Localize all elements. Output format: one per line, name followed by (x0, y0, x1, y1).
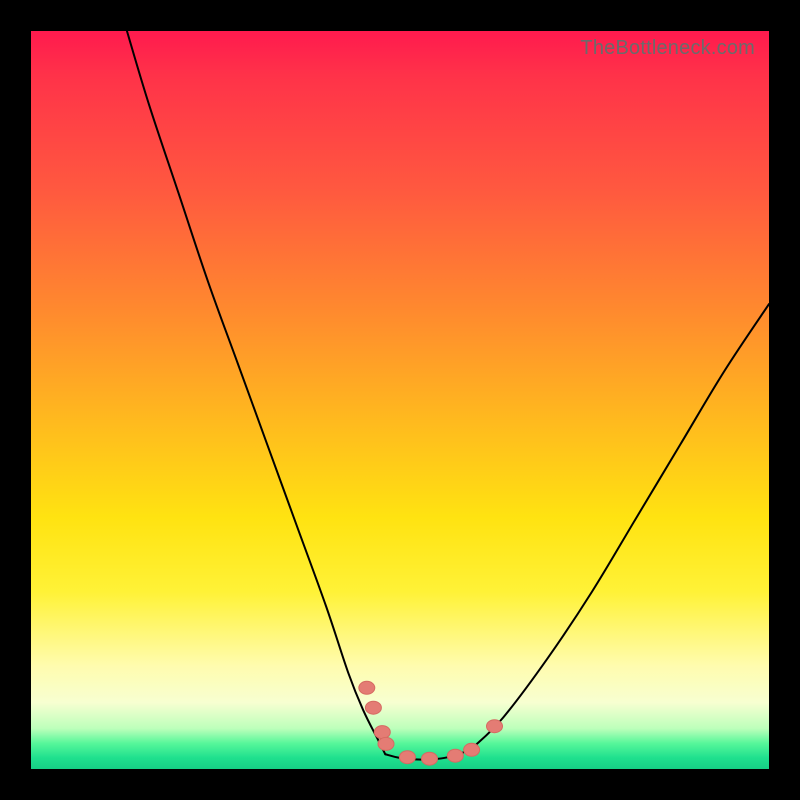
chart-frame: TheBottleneck.com (0, 0, 800, 800)
marker-bead (487, 720, 503, 733)
marker-group (359, 681, 503, 765)
marker-bead (399, 751, 415, 764)
chart-svg (31, 31, 769, 769)
marker-bead (378, 737, 394, 750)
marker-bead (464, 743, 480, 756)
plot-area: TheBottleneck.com (31, 31, 769, 769)
curve-left-branch (127, 31, 385, 754)
curve-right-branch (474, 304, 769, 747)
marker-bead (365, 701, 381, 714)
marker-bead (359, 681, 375, 694)
marker-bead (374, 726, 390, 739)
marker-bead (447, 749, 463, 762)
marker-bead (422, 752, 438, 765)
